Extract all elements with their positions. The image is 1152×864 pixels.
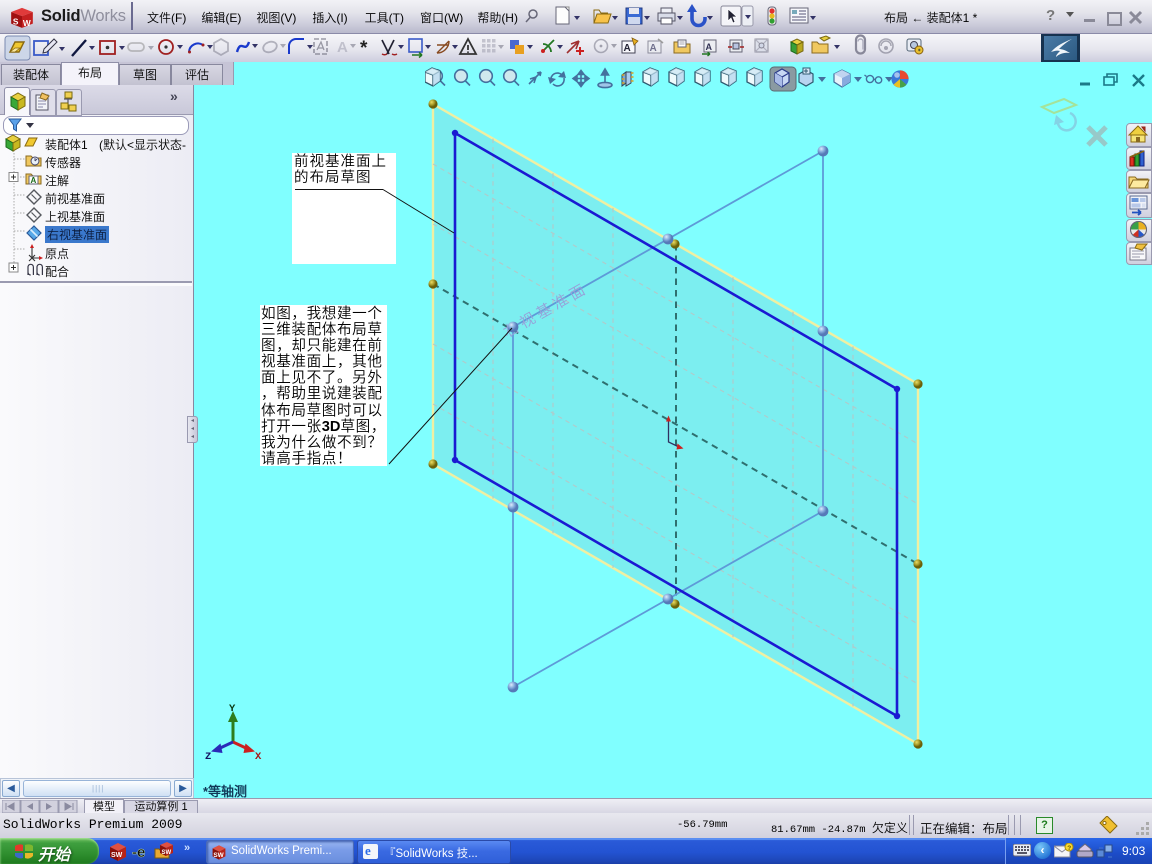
svg-text:SW: SW: [213, 852, 224, 859]
svg-text:A: A: [337, 39, 348, 56]
svg-text:»: »: [184, 842, 190, 854]
svg-text:A: A: [31, 176, 37, 185]
svg-text:A: A: [706, 42, 713, 52]
svg-text:A: A: [624, 43, 631, 54]
svg-text:W: W: [23, 18, 31, 28]
svg-text:?: ?: [1067, 845, 1071, 852]
svg-text:-e: -e: [132, 844, 145, 861]
svg-text:SW: SW: [111, 852, 123, 859]
svg-text:*: *: [360, 38, 368, 59]
svg-text:A: A: [650, 43, 657, 54]
svg-text:SW: SW: [162, 850, 172, 856]
svg-text:S: S: [13, 17, 19, 27]
